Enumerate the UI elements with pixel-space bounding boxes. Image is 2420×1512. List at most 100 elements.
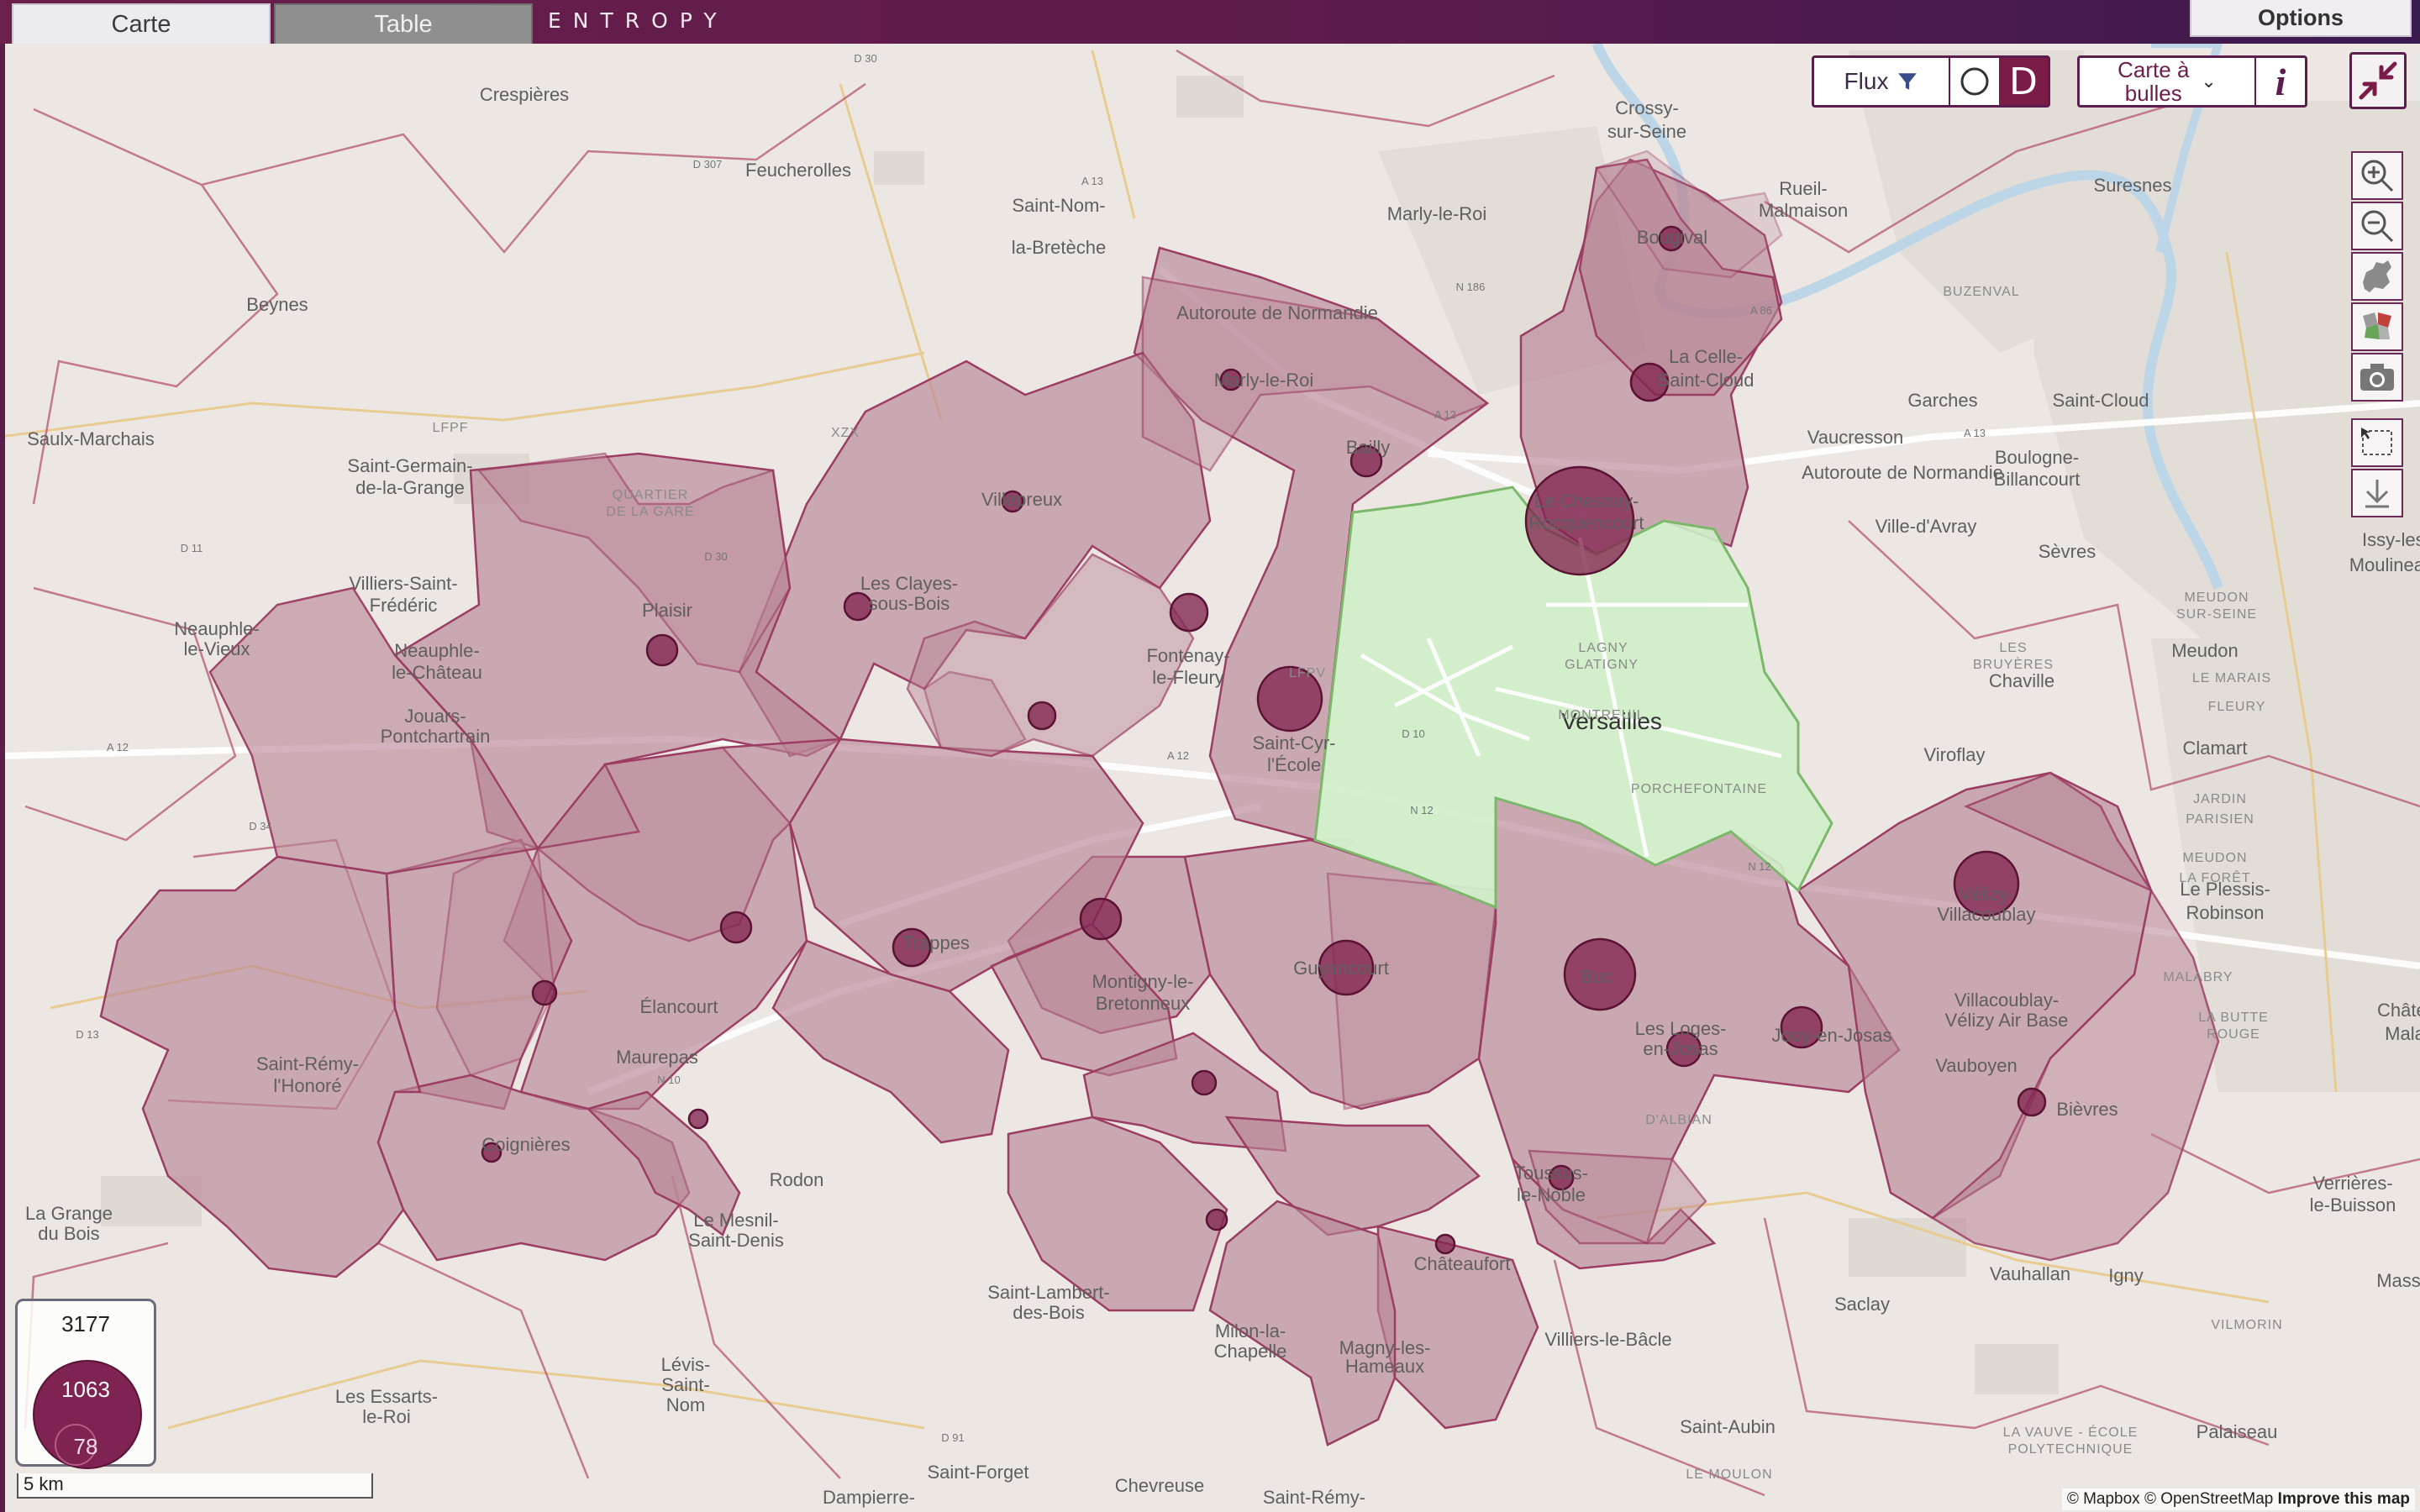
choropleth-button[interactable] xyxy=(2351,302,2403,351)
map-label: l'École xyxy=(1267,754,1321,775)
map-label: Suresnes xyxy=(2094,175,2172,196)
map-label: LFPV xyxy=(1289,666,1326,680)
map-label: Clamart xyxy=(2182,738,2247,759)
map-label: Malmaison xyxy=(1759,200,1848,221)
map-label: Saint-Rémy- xyxy=(1263,1487,1365,1508)
origin-circle-icon xyxy=(1960,67,1989,96)
map-label: Vauhallan xyxy=(1990,1263,2070,1284)
map-label: MEUDON xyxy=(2184,591,2249,605)
map-label: Saint-Cloud xyxy=(2053,390,2149,411)
map-label: Bougival xyxy=(1637,227,1707,248)
map-label: ROUGE xyxy=(2207,1027,2260,1042)
europe-view-button[interactable] xyxy=(2351,252,2403,301)
choropleth-icon xyxy=(2363,312,2391,339)
map-label: Saint- xyxy=(661,1374,709,1395)
map-label: Dampierre- xyxy=(823,1487,915,1508)
map-label: le-Noble xyxy=(1517,1184,1586,1205)
map-label: Garches xyxy=(1907,390,1977,411)
flux-label: Flux xyxy=(1844,68,1889,94)
map-label: le-Château xyxy=(392,662,482,683)
map-label: Villiers-le-Bâcle xyxy=(1544,1329,1671,1350)
map-label: Saint-Cloud xyxy=(1658,370,1754,391)
legend-min: 78 xyxy=(73,1434,98,1459)
map-label: Vélizy- xyxy=(1959,884,2014,905)
map-label: le-Fleury xyxy=(1152,667,1224,688)
map-label: Robinson xyxy=(2186,902,2265,923)
map-label: LA VAUVE - ÉCOLE xyxy=(2003,1424,2139,1440)
map-label: Le Mesnil- xyxy=(693,1210,778,1231)
map-label: Boulogne- xyxy=(1995,447,2079,468)
options-button[interactable]: Options xyxy=(2190,0,2412,37)
map-label: DE LA GARE xyxy=(606,505,694,519)
map-label: Chapelle xyxy=(1214,1341,1287,1362)
osm-credit[interactable]: © OpenStreetMap xyxy=(2144,1490,2273,1508)
map-label: PARISIEN xyxy=(2186,812,2254,827)
map-label: A 13 xyxy=(1081,175,1103,187)
map-label: Vauboyen xyxy=(1935,1055,2017,1076)
map-label: JARDIN xyxy=(2193,792,2247,806)
map-label: Autoroute de Normandie xyxy=(1802,462,2003,483)
map-label: du Bois xyxy=(38,1223,99,1244)
map-label: D 30 xyxy=(704,550,727,563)
map-label: LFPF xyxy=(432,421,468,435)
map-label: VILMORIN xyxy=(2211,1318,2282,1332)
map-label: LE MOULON xyxy=(1686,1467,1772,1482)
map-label: A 86 xyxy=(1750,304,1772,317)
map-label: D 91 xyxy=(941,1431,964,1444)
map-label: Saint-Lambert- xyxy=(987,1282,1110,1303)
select-area-button[interactable] xyxy=(2351,418,2403,467)
collapse-button[interactable] xyxy=(2349,52,2407,109)
map-label: MALABRY xyxy=(2163,970,2233,984)
map-label: Frédéric xyxy=(370,595,438,616)
zoom-out-button[interactable] xyxy=(2351,202,2403,250)
map-label: FLEURY xyxy=(2208,700,2266,714)
map-label: l'Honoré xyxy=(273,1075,341,1096)
map-canvas[interactable]: Crespières Feucherolles Saint-Nom-la-Bretè… xyxy=(0,44,2420,1512)
top-bar: Carte Table ENTROPY Options xyxy=(0,0,2420,45)
map-label: LES xyxy=(1999,641,2027,655)
map-label: Saulx-Marchais xyxy=(27,428,155,449)
tab-carte[interactable]: Carte xyxy=(12,3,271,45)
map-label: Hameaux xyxy=(1345,1356,1424,1377)
map-label: Rocquencourt xyxy=(1529,512,1644,533)
map-label: La Grange xyxy=(25,1203,113,1224)
map-label: Saclay xyxy=(1834,1294,1890,1315)
info-button[interactable]: i xyxy=(2256,58,2305,105)
map-label: D 10 xyxy=(1402,727,1424,740)
map-label: Élancourt xyxy=(640,996,718,1017)
map-label: Villepreux xyxy=(981,489,1062,510)
map-label: Jouy-en-Josas xyxy=(1771,1025,1891,1046)
map-label: Villacoublay- xyxy=(1954,990,2059,1011)
flux-filter-button[interactable]: Flux xyxy=(1814,58,1950,105)
map-label: SUR-SEINE xyxy=(2176,607,2257,622)
map-label: Vélizy Air Base xyxy=(1945,1010,2069,1031)
map-label: Villacoublay xyxy=(1937,904,2035,925)
map-label: en-Josas xyxy=(1643,1038,1718,1059)
map-label: Nom xyxy=(666,1394,705,1415)
map-label: Moulineaux xyxy=(2349,554,2420,575)
map-label: Jouars- xyxy=(404,706,466,727)
map-label: Issy-les- xyxy=(2362,529,2420,550)
map-label: Ville-d'Avray xyxy=(1876,516,1977,537)
download-button[interactable] xyxy=(2351,469,2403,517)
bubble-legend: 3177 1063 78 xyxy=(15,1299,156,1469)
map-label: Rodon xyxy=(770,1169,824,1190)
map-label: A 13 xyxy=(1964,427,1986,439)
map-label: QUARTIER xyxy=(613,488,688,502)
destination-toggle[interactable]: D xyxy=(1999,58,2048,105)
map-label: Buc xyxy=(1581,966,1612,987)
zoom-in-button[interactable] xyxy=(2351,151,2403,200)
improve-map-link[interactable]: Improve this map xyxy=(2278,1490,2410,1508)
map-label: Beynes xyxy=(246,294,308,315)
map-label: Vaucresson xyxy=(1807,427,1904,448)
map-label: Neauphle- xyxy=(174,618,260,639)
map-label: Les Essarts- xyxy=(335,1386,438,1407)
map-mode-select[interactable]: Carte à bulles ⌄ xyxy=(2080,58,2256,105)
map-label: Chevreuse xyxy=(1115,1475,1204,1496)
tab-table[interactable]: Table xyxy=(274,3,533,45)
camera-button[interactable] xyxy=(2351,353,2403,402)
origin-toggle[interactable] xyxy=(1950,58,1999,105)
map-label: N 186 xyxy=(1456,281,1486,293)
mapbox-credit[interactable]: © Mapbox xyxy=(2067,1490,2140,1508)
map-label: sous-Bois xyxy=(869,593,950,614)
